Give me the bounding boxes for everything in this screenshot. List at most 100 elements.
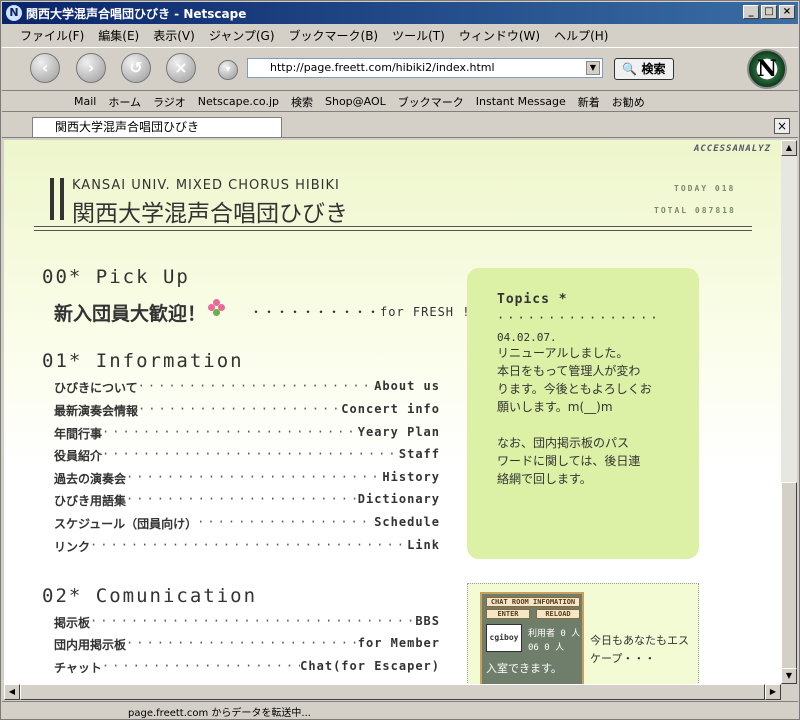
pick-up-label: 新入団員大歓迎！ xyxy=(54,303,207,325)
topics-divider: ················ xyxy=(497,311,661,325)
status-bar: page.freett.com からデータを転送中... xyxy=(2,701,798,720)
scroll-left-icon[interactable]: ◀ xyxy=(4,684,20,700)
comm-item-bbs[interactable]: 掲示板·····································… xyxy=(54,614,440,631)
menu-bookmarks[interactable]: ブックマーク(B) xyxy=(289,27,379,44)
menu-help[interactable]: ヘルプ(H) xyxy=(554,27,608,44)
chat-room-box: CHAT ROOM INFOMATION ENTER RELOAD cgiboy… xyxy=(480,592,584,684)
access-analyzer-link[interactable]: ACCESSANALYZ xyxy=(694,144,771,154)
toolbar-new[interactable]: 新着 xyxy=(578,94,600,110)
status-text: page.freett.com からデータを転送中... xyxy=(128,707,311,719)
item-ja: 最新演奏会情報 xyxy=(54,404,139,418)
toolbar-bookmarks[interactable]: ブックマーク xyxy=(398,94,464,110)
tab-label: 関西大学混声合唱団ひびき xyxy=(55,120,200,134)
item-ja: リンク xyxy=(54,540,91,554)
item-ja: ひびきについて xyxy=(54,381,138,395)
page-content: ACCESSANALYZ KANSAI UNIV. MIXED CHORUS H… xyxy=(4,140,781,684)
scroll-right-icon[interactable]: ▶ xyxy=(765,684,781,700)
netscape-logo-icon[interactable]: N xyxy=(747,49,787,89)
maximize-button[interactable]: □ xyxy=(761,5,777,19)
chat-count-2: 06 0 人 xyxy=(528,643,565,653)
information-heading: 01* Information xyxy=(42,350,244,372)
stop-icon[interactable]: × xyxy=(166,53,196,83)
item-en: for Member xyxy=(357,636,440,650)
item-en: Chat(for Escaper) xyxy=(300,659,440,673)
topics-date: 04.02.07. xyxy=(497,331,557,344)
chat-side-text: 今日もあなたもエスケープ・・・ xyxy=(590,634,689,665)
menu-window[interactable]: ウィンドウ(W) xyxy=(459,27,540,44)
forward-icon[interactable]: › xyxy=(76,53,106,83)
communication-heading: 02* Comunication xyxy=(42,585,258,607)
browser-window: N 関西大学混声合唱団ひびき - Netscape _ □ × ファイル(F) … xyxy=(0,0,800,720)
item-ja: 団内用掲示板 xyxy=(54,638,127,652)
tab-current[interactable]: 関西大学混声合唱団ひびき xyxy=(32,117,282,137)
toolbar-mail[interactable]: Mail xyxy=(74,95,96,108)
scroll-up-icon[interactable]: ▲ xyxy=(781,140,797,156)
chat-panel: CHAT ROOM INFOMATION ENTER RELOAD cgiboy… xyxy=(467,583,699,684)
menu-edit[interactable]: 編集(E) xyxy=(98,27,139,44)
chat-info-label: CHAT ROOM INFOMATION xyxy=(486,597,580,607)
title-bar[interactable]: N 関西大学混声合唱団ひびき - Netscape _ □ × xyxy=(2,2,798,24)
chat-enter-button[interactable]: ENTER xyxy=(486,609,530,619)
item-en: Staff xyxy=(398,447,440,461)
item-en: BBS xyxy=(415,614,440,628)
menu-bar: ファイル(F) 編集(E) 表示(V) ジャンプ(G) ブックマーク(B) ツー… xyxy=(2,25,798,45)
item-en: Yeary Plan xyxy=(357,425,440,439)
flower-icon xyxy=(208,299,226,317)
toolbar-search[interactable]: 検索 xyxy=(291,94,313,110)
menu-view[interactable]: 表示(V) xyxy=(153,27,195,44)
info-item-plan[interactable]: 年間行事····································… xyxy=(54,425,440,442)
toolbar-home[interactable]: ホーム xyxy=(108,94,141,110)
chat-enter-text: 入室できます。 xyxy=(486,662,562,675)
info-item-concert[interactable]: 最新演奏会情報·································… xyxy=(54,402,440,419)
total-counter: TOTAL 087818 xyxy=(654,206,736,215)
minimize-button[interactable]: _ xyxy=(743,5,759,19)
toolbar-instant-message[interactable]: Instant Message xyxy=(476,95,566,108)
chat-reload-button[interactable]: RELOAD xyxy=(536,609,580,619)
info-item-staff[interactable]: 役員紹介····································… xyxy=(54,447,440,464)
item-en: Concert info xyxy=(341,402,440,416)
comm-item-member[interactable]: 団内用掲示板··································… xyxy=(54,636,440,653)
vertical-scrollbar[interactable]: ▲ ▼ xyxy=(781,140,797,684)
fresh-link[interactable]: ・・・・・・・・・・for FRESH ! xyxy=(250,303,470,320)
search-button[interactable]: 🔍 検索 xyxy=(614,58,674,80)
info-item-dictionary[interactable]: ひびき用語集··································… xyxy=(54,492,440,509)
info-item-schedule[interactable]: スケジュール（団員向け）····························… xyxy=(54,515,440,532)
topics-panel: Topics * ················ 04.02.07. リニュー… xyxy=(467,268,699,559)
tab-close-icon[interactable]: × xyxy=(774,118,790,134)
info-item-history[interactable]: 過去の演奏会··································… xyxy=(54,470,440,487)
toolbar-radio[interactable]: ラジオ xyxy=(153,94,186,110)
close-button[interactable]: × xyxy=(779,5,795,19)
item-en: Schedule xyxy=(374,515,440,529)
topics-title: Topics * xyxy=(497,292,568,307)
toolbar-shop[interactable]: Shop@AOL xyxy=(325,95,386,108)
comm-item-chat[interactable]: チャット····································… xyxy=(54,659,440,676)
netscape-app-icon: N xyxy=(6,5,22,21)
go-menu-icon[interactable]: ▾ xyxy=(218,60,238,80)
item-ja: チャット xyxy=(54,661,102,675)
personal-toolbar: Mail ホーム ラジオ Netscape.co.jp 検索 Shop@AOL … xyxy=(2,92,798,112)
topics-body: リニューアルしました。 本日をもって管理人が変わ ります。今後ともよろしくお 願… xyxy=(497,346,652,414)
vertical-scroll-thumb[interactable] xyxy=(781,482,797,682)
item-en: Dictionary xyxy=(357,492,440,506)
url-text[interactable]: http://page.freett.com/hibiki2/index.htm… xyxy=(270,61,495,74)
url-dropdown-icon[interactable]: ▼ xyxy=(586,61,600,75)
info-item-about[interactable]: ひびきについて·································… xyxy=(54,379,440,396)
header-bars-icon xyxy=(50,178,64,220)
header-japanese: 関西大学混声合唱団ひびき xyxy=(72,201,348,227)
horizontal-scrollbar[interactable]: ◀ ▶ xyxy=(4,684,781,700)
item-ja: ひびき用語集 xyxy=(54,494,127,508)
toolbar-netscape[interactable]: Netscape.co.jp xyxy=(198,95,279,108)
tab-bar: 関西大学混声合唱団ひびき × xyxy=(2,114,798,138)
chat-count-1: 利用者 0 人 xyxy=(528,629,581,639)
back-icon[interactable]: ‹ xyxy=(30,53,60,83)
menu-go[interactable]: ジャンプ(G) xyxy=(209,27,275,44)
toolbar-recommend[interactable]: お勧め xyxy=(612,94,645,110)
scroll-down-icon[interactable]: ▼ xyxy=(781,668,797,684)
menu-file[interactable]: ファイル(F) xyxy=(20,27,84,44)
horizontal-scroll-thumb[interactable] xyxy=(20,684,765,700)
url-bar[interactable]: http://page.freett.com/hibiki2/index.htm… xyxy=(247,58,603,78)
item-en: Link xyxy=(407,538,440,552)
info-item-link[interactable]: リンク·····································… xyxy=(54,538,440,555)
reload-icon[interactable]: ↺ xyxy=(121,53,151,83)
menu-tools[interactable]: ツール(T) xyxy=(392,27,445,44)
